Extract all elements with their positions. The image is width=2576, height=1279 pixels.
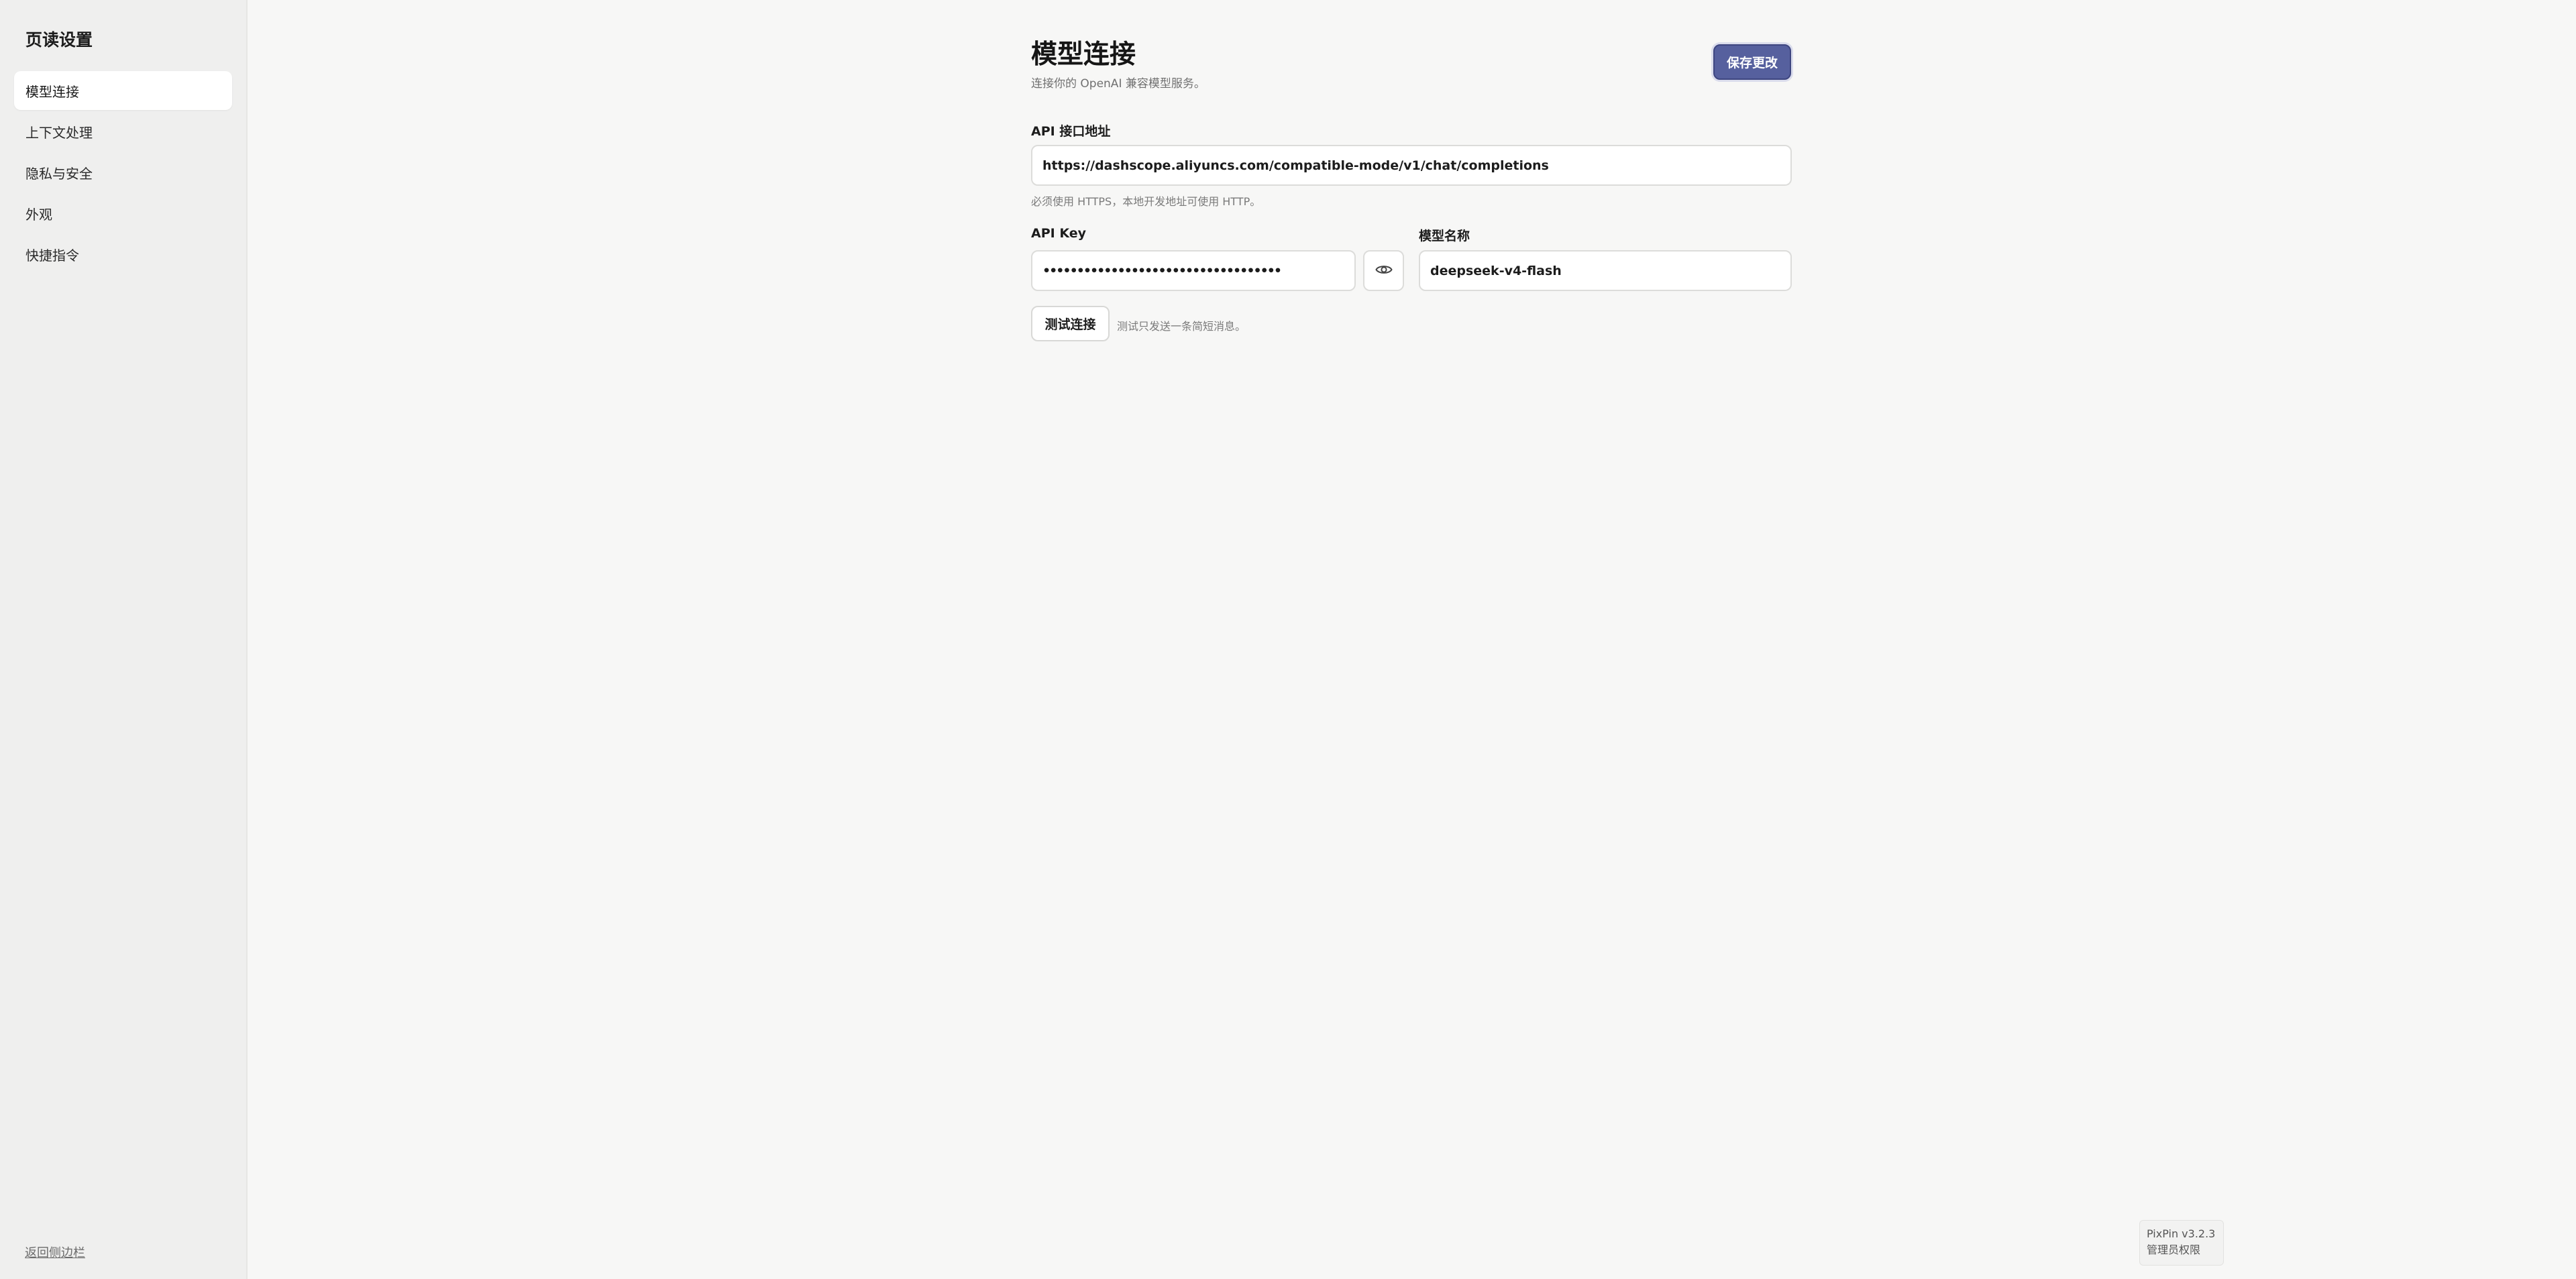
sidebar-item-privacy[interactable]: 隐私与安全 — [14, 153, 232, 192]
sidebar-item-label: 上下文处理 — [25, 124, 93, 141]
sidebar-item-shortcuts[interactable]: 快捷指令 — [14, 235, 232, 274]
endpoint-input[interactable]: https://dashscope.aliyuncs.com/compatibl… — [1031, 145, 1792, 186]
sidebar-item-label: 隐私与安全 — [25, 165, 93, 182]
back-to-sidebar-link[interactable]: 返回侧边栏 — [25, 1243, 85, 1261]
sidebar-title: 页读设置 — [25, 30, 93, 50]
save-button[interactable]: 保存更改 — [1713, 44, 1791, 80]
endpoint-hint: 必须使用 HTTPS，本地开发地址可使用 HTTP。 — [1031, 195, 1261, 208]
api-key-label: API Key — [1031, 226, 1086, 241]
test-connection-hint: 测试只发送一条简短消息。 — [1117, 320, 1246, 333]
version-badge: PixPin v3.2.3 管理员权限 — [2139, 1220, 2224, 1266]
page-subtitle: 连接你的 OpenAI 兼容模型服务。 — [1031, 77, 1205, 91]
model-name-input[interactable]: deepseek-v4-flash — [1419, 250, 1792, 291]
sidebar-item-label: 模型连接 — [25, 83, 79, 100]
sidebar-item-label: 快捷指令 — [25, 247, 79, 264]
sidebar: 页读设置 模型连接 上下文处理 隐私与安全 外观 快捷指令 返回侧边栏 — [0, 0, 248, 1279]
sidebar-item-model-connection[interactable]: 模型连接 — [14, 71, 232, 110]
sidebar-item-context[interactable]: 上下文处理 — [14, 112, 232, 151]
test-connection-button[interactable]: 测试连接 — [1031, 306, 1110, 341]
page-title: 模型连接 — [1031, 40, 1136, 70]
admin-permission-text: 管理员权限 — [2147, 1243, 2201, 1256]
sidebar-nav: 模型连接 上下文处理 隐私与安全 外观 快捷指令 — [14, 71, 232, 276]
sidebar-item-label: 外观 — [25, 206, 52, 223]
eye-icon — [1375, 264, 1393, 278]
endpoint-label: API 接口地址 — [1031, 124, 1111, 139]
api-key-input[interactable]: ••••••••••••••••••••••••••••••••••• — [1031, 250, 1356, 291]
sidebar-item-appearance[interactable]: 外观 — [14, 194, 232, 233]
model-name-label: 模型名称 — [1419, 229, 1470, 243]
toggle-api-key-visibility-button[interactable] — [1363, 250, 1404, 291]
version-text: PixPin v3.2.3 — [2147, 1227, 2216, 1240]
